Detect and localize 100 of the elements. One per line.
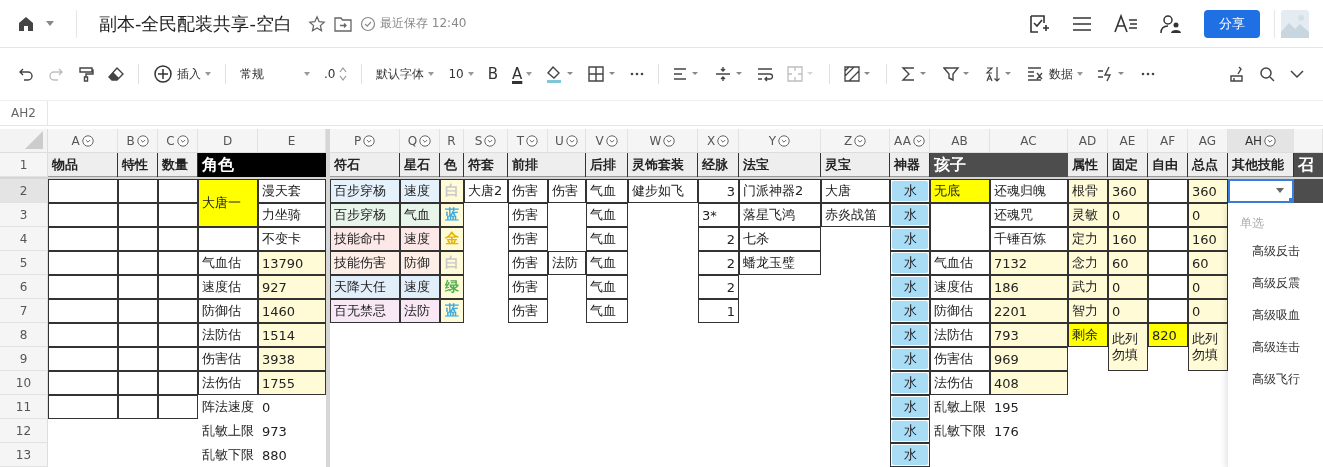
table-cell: 力坐骑 — [258, 203, 326, 227]
document-title[interactable]: 副本-全民配装共享-空白 — [99, 11, 292, 36]
filter-dropdown-icon[interactable] — [717, 134, 730, 147]
row-number[interactable]: 13 — [0, 443, 48, 467]
caret-icon[interactable] — [46, 20, 54, 27]
font-dropdown[interactable]: 默认字体 — [376, 65, 435, 83]
row-number[interactable]: 5 — [0, 251, 48, 275]
row-number[interactable]: 4 — [0, 227, 48, 251]
row-number[interactable]: 6 — [0, 275, 48, 299]
column-header[interactable]: E — [258, 129, 326, 153]
column-header[interactable]: U — [548, 129, 586, 153]
table-cell: 气血 — [586, 299, 628, 323]
column-header[interactable]: Y — [739, 129, 821, 153]
table-cell: 1755 — [258, 371, 326, 395]
insert-button[interactable]: 插入 — [153, 64, 211, 84]
table-cell: 伤害 — [508, 299, 548, 323]
filter-icon[interactable] — [943, 66, 972, 82]
column-header[interactable]: P — [330, 129, 400, 153]
row-number[interactable]: 3 — [0, 203, 48, 227]
number-format-dropdown[interactable]: 常规 — [240, 65, 310, 83]
wrap-text-icon[interactable] — [757, 66, 774, 82]
user-add-icon[interactable] — [1160, 13, 1182, 34]
filter-dropdown-icon[interactable] — [565, 134, 578, 147]
column-header[interactable]: D — [198, 129, 258, 153]
filter-dropdown-icon[interactable] — [419, 134, 432, 147]
column-header[interactable]: B — [118, 129, 158, 153]
filter-dropdown-icon[interactable] — [663, 134, 676, 147]
menu-item[interactable]: 高级飞行 — [1240, 363, 1323, 395]
dropdown-cell[interactable] — [1228, 179, 1294, 203]
row-number[interactable]: 8 — [0, 323, 48, 347]
row-number[interactable]: 1 — [0, 153, 48, 177]
column-header[interactable]: V — [586, 129, 628, 153]
table-cell-text: 973 — [261, 422, 288, 441]
column-header[interactable]: X — [698, 129, 739, 153]
column-header[interactable]: C — [158, 129, 198, 153]
filter-dropdown-icon[interactable] — [176, 134, 189, 147]
row-number[interactable]: 9 — [0, 347, 48, 371]
filter-dropdown-icon[interactable] — [1264, 134, 1277, 147]
table-cell — [118, 323, 158, 347]
table-cell: 2 — [698, 251, 739, 275]
conditional-format-icon[interactable] — [844, 66, 873, 82]
row-number[interactable]: 2 — [0, 179, 48, 203]
search-icon[interactable] — [1259, 66, 1275, 82]
format-painter-icon[interactable] — [78, 66, 94, 82]
column-header[interactable]: AH — [1228, 129, 1294, 153]
stepper-arrows-icon[interactable] — [339, 67, 348, 81]
table-cell: 剩余 — [1068, 323, 1108, 347]
data-button[interactable]: 数据 — [1027, 65, 1084, 83]
filter-dropdown-icon[interactable] — [854, 134, 867, 147]
row-number[interactable]: 11 — [0, 395, 48, 419]
column-header[interactable]: AE — [1108, 129, 1148, 153]
menu-item[interactable]: 高级反击 — [1240, 235, 1323, 267]
sort-icon[interactable] — [985, 66, 1014, 82]
clear-format-icon[interactable] — [1229, 66, 1245, 82]
row-number[interactable]: 12 — [0, 419, 48, 443]
caret-icon[interactable] — [1276, 188, 1284, 194]
column-header[interactable]: S — [464, 129, 508, 153]
filter-dropdown-icon[interactable] — [81, 134, 94, 147]
font-color-button[interactable]: A — [512, 65, 533, 83]
share-button[interactable]: 分享 — [1204, 9, 1260, 38]
column-header[interactable]: W — [628, 129, 698, 153]
column-header[interactable]: A — [48, 129, 118, 153]
table-cell — [48, 179, 118, 203]
eraser-icon[interactable] — [108, 66, 124, 82]
decimal-places-stepper[interactable]: .0 — [324, 67, 348, 81]
filter-dropdown-icon[interactable] — [605, 134, 618, 147]
name-box[interactable]: AH2 — [0, 101, 48, 125]
filter-dropdown-icon[interactable] — [912, 134, 925, 147]
filter-dropdown-icon[interactable] — [363, 134, 376, 147]
filter-dropdown-icon[interactable] — [778, 134, 791, 147]
undo-icon[interactable] — [18, 66, 34, 82]
table-cell: 武力 — [1068, 275, 1108, 299]
column-header[interactable]: AD — [1068, 129, 1108, 153]
text-format-icon[interactable] — [1114, 13, 1138, 34]
menu-icon[interactable] — [1072, 14, 1092, 33]
row-number[interactable]: 7 — [0, 299, 48, 323]
menu-item[interactable]: 高级反震 — [1240, 267, 1323, 299]
column-header[interactable]: AB — [930, 129, 990, 153]
bold-button[interactable]: B — [487, 65, 499, 83]
filter-dropdown-icon[interactable] — [526, 134, 539, 147]
vertical-align-icon[interactable] — [715, 66, 744, 82]
column-header[interactable]: AG — [1188, 129, 1228, 153]
menu-item[interactable]: 高级连击 — [1240, 331, 1323, 363]
filter-dropdown-icon[interactable] — [484, 134, 497, 147]
move-to-folder-icon[interactable] — [334, 15, 352, 32]
borders-icon[interactable] — [588, 66, 617, 82]
column-header[interactable]: AF — [1148, 129, 1188, 153]
menu-item[interactable]: 高级吸血 — [1240, 299, 1323, 331]
star-icon[interactable] — [308, 14, 326, 33]
row-number[interactable]: 10 — [0, 371, 48, 395]
column-header[interactable]: Q — [400, 129, 440, 153]
fill-color-icon[interactable] — [546, 65, 575, 83]
column-header[interactable]: AA — [890, 129, 930, 153]
column-header[interactable]: R — [440, 129, 464, 153]
column-header[interactable]: Z — [821, 129, 890, 153]
font-size-dropdown[interactable]: 10 — [448, 67, 474, 81]
checklist-add-icon[interactable] — [1028, 12, 1050, 35]
column-header[interactable]: T — [508, 129, 548, 153]
filter-dropdown-icon[interactable] — [136, 134, 149, 147]
column-header[interactable]: AC — [990, 129, 1068, 153]
